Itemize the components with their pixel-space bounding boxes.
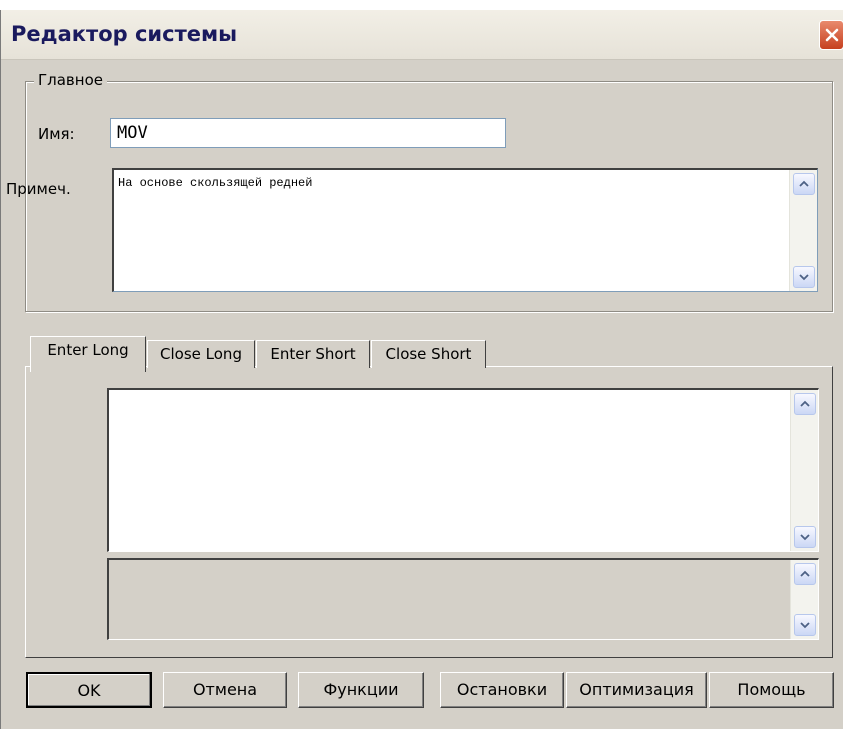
scroll-up-icon: [800, 400, 810, 407]
note-scroll-up-button[interactable]: [793, 173, 815, 195]
message-scroll-down-button[interactable]: [794, 614, 816, 636]
stops-button-label: Остановки: [456, 680, 548, 699]
tab-enter-long-label: Enter Long: [47, 341, 129, 359]
rule-code-editor[interactable]: [107, 388, 819, 552]
note-label: Примеч.: [6, 180, 71, 198]
close-icon: [825, 28, 838, 42]
tab-close-long[interactable]: Close Long: [147, 340, 255, 368]
functions-button-label: Функции: [323, 680, 399, 699]
cancel-button[interactable]: Отмена: [163, 672, 287, 708]
message-output-area[interactable]: [107, 558, 819, 640]
tab-close-short[interactable]: Close Short: [371, 340, 486, 368]
note-textarea[interactable]: На основе скользящей редней: [112, 168, 818, 292]
window-title: Редактор системы: [11, 22, 238, 46]
code-scroll-down-button[interactable]: [794, 526, 816, 548]
help-button[interactable]: Помощь: [709, 672, 834, 708]
code-scrollbar[interactable]: [790, 390, 818, 551]
code-scroll-up-button[interactable]: [794, 393, 816, 415]
name-label: Имя:: [38, 125, 75, 143]
tab-close-long-label: Close Long: [160, 345, 242, 363]
tab-enter-short-label: Enter Short: [270, 345, 356, 363]
close-button[interactable]: [819, 20, 843, 50]
name-input-value: MOV: [117, 123, 148, 143]
note-scrollbar[interactable]: [789, 170, 817, 291]
scroll-up-icon: [800, 570, 810, 577]
help-button-label: Помощь: [737, 680, 806, 699]
main-group-legend: Главное: [34, 71, 107, 89]
ok-button[interactable]: OK: [26, 672, 152, 708]
scroll-down-icon: [799, 274, 809, 281]
scroll-down-icon: [800, 622, 810, 629]
cancel-button-label: Отмена: [192, 680, 258, 699]
functions-button[interactable]: Функции: [298, 672, 424, 708]
note-textarea-value: На основе скользящей редней: [118, 176, 313, 190]
optimization-button[interactable]: Оптимизация: [566, 672, 707, 708]
note-scroll-down-button[interactable]: [793, 266, 815, 288]
name-input[interactable]: MOV: [110, 118, 506, 148]
tab-enter-short[interactable]: Enter Short: [256, 340, 370, 368]
scroll-down-icon: [800, 534, 810, 541]
optimization-button-label: Оптимизация: [579, 680, 694, 699]
message-scroll-up-button[interactable]: [794, 563, 816, 585]
tab-enter-long[interactable]: Enter Long: [30, 336, 146, 372]
scroll-up-icon: [799, 180, 809, 187]
ok-button-label: OK: [77, 681, 101, 700]
stops-button[interactable]: Остановки: [440, 672, 564, 708]
tab-close-short-label: Close Short: [385, 345, 472, 363]
title-bar[interactable]: Редактор системы: [1, 10, 843, 60]
message-scrollbar[interactable]: [790, 560, 818, 639]
